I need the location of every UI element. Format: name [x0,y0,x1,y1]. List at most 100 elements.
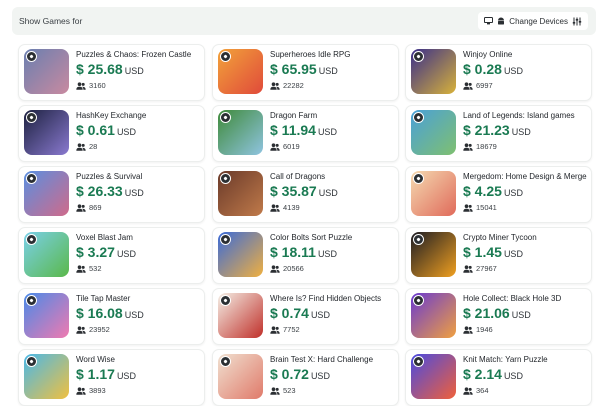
sliders-icon [572,17,582,25]
users-icon [463,386,473,395]
player-count-value: 1946 [476,325,493,334]
player-count-value: 6997 [476,81,493,90]
game-thumbnail [411,171,456,216]
game-thumbnail [218,232,263,277]
player-count-value: 6019 [283,142,300,151]
platform-badge-icon [220,112,231,123]
player-count: 20566 [270,264,304,273]
game-card[interactable]: Mergedom: Home Design & Merge $ 4.25 USD 15… [405,166,592,223]
game-card[interactable]: Hole Collect: Black Hole 3D $ 21.06 USD 194… [405,288,592,345]
users-icon [463,203,473,212]
price-currency: USD [310,310,330,320]
game-title: Call of Dragons [270,172,326,181]
price-amount: $ 0.72 [270,366,309,382]
game-price: $ 0.61 USD [76,122,136,140]
game-card[interactable]: Color Bolts Sort Puzzle $ 18.11 USD 20566 [212,227,399,284]
game-title: Hole Collect: Black Hole 3D [463,294,562,303]
game-thumbnail [411,354,456,399]
game-thumbnail [411,49,456,94]
player-count: 532 [76,264,102,273]
price-currency: USD [116,249,136,259]
game-title: Land of Legends: Island games [463,111,575,120]
platform-badge-icon [220,234,231,245]
price-currency: USD [310,371,330,381]
game-title: Puzzles & Survival [76,172,143,181]
game-card[interactable]: Brain Test X: Hard Challenge $ 0.72 USD 523 [212,349,399,406]
game-title: HashKey Exchange [76,111,147,120]
game-price: $ 4.25 USD [463,183,523,201]
platform-badge-icon [26,295,37,306]
platform-badge-icon [413,112,424,123]
game-card[interactable]: Knit Match: Yarn Puzzle $ 2.14 USD 364 [405,349,592,406]
platform-badge-icon [413,356,424,367]
price-amount: $ 0.61 [76,122,115,138]
game-card[interactable]: Puzzles & Survival $ 26.33 USD 869 [18,166,205,223]
player-count: 3893 [76,386,106,395]
game-price: $ 2.14 USD [463,366,523,384]
game-card[interactable]: Land of Legends: Island games $ 21.23 USD 1… [405,105,592,162]
game-thumbnail [411,232,456,277]
price-currency: USD [116,127,136,137]
price-amount: $ 18.11 [270,244,316,260]
users-icon [76,264,86,273]
player-count-value: 532 [89,264,102,273]
player-count: 1946 [463,325,493,334]
users-icon [270,386,280,395]
price-currency: USD [318,188,338,198]
users-icon [270,264,280,273]
game-thumbnail [24,171,69,216]
player-count: 3160 [76,81,106,90]
game-thumbnail [218,354,263,399]
price-currency: USD [124,188,144,198]
game-price: $ 3.27 USD [76,244,136,262]
player-count: 18679 [463,142,497,151]
users-icon [76,386,86,395]
game-price: $ 0.74 USD [270,305,330,323]
game-title: Color Bolts Sort Puzzle [270,233,353,242]
change-devices-button[interactable]: Change Devices [478,12,588,30]
game-price: $ 21.06 USD [463,305,531,323]
game-card[interactable]: HashKey Exchange $ 0.61 USD 28 [18,105,205,162]
game-thumbnail [24,49,69,94]
game-card[interactable]: Crypto Miner Tycoon $ 1.45 USD 27967 [405,227,592,284]
game-price: $ 11.94 USD [270,122,337,140]
player-count: 869 [76,203,102,212]
game-thumbnail [24,110,69,155]
game-thumbnail [24,354,69,399]
game-title: Where Is? Find Hidden Objects [270,294,382,303]
platform-badge-icon [413,51,424,62]
price-amount: $ 21.23 [463,122,510,138]
game-card[interactable]: Voxel Blast Jam $ 3.27 USD 532 [18,227,205,284]
users-icon [270,142,280,151]
users-icon [463,142,473,151]
game-card[interactable]: Puzzles & Chaos: Frozen Castle $ 25.68 USD… [18,44,205,101]
monitor-icon [484,17,494,25]
game-card[interactable]: Superheroes Idle RPG $ 65.95 USD 22282 [212,44,399,101]
player-count: 27967 [463,264,497,273]
player-count-value: 869 [89,203,102,212]
game-card[interactable]: Word Wise $ 1.17 USD 3893 [18,349,205,406]
game-thumbnail [24,293,69,338]
price-currency: USD [511,310,531,320]
player-count: 15041 [463,203,497,212]
game-card[interactable]: Dragon Farm $ 11.94 USD 6019 [212,105,399,162]
game-card[interactable]: Call of Dragons $ 35.87 USD 4139 [212,166,399,223]
player-count-value: 27967 [476,264,497,273]
price-amount: $ 3.27 [76,244,115,260]
users-icon [463,81,473,90]
device-filter-bar: Show Games for Change Devices [12,7,596,35]
game-card[interactable]: Tile Tap Master $ 16.08 USD 23952 [18,288,205,345]
game-thumbnail [218,110,263,155]
player-count: 523 [270,386,296,395]
price-currency: USD [317,127,337,137]
price-amount: $ 25.68 [76,61,123,77]
game-price: $ 16.08 USD [76,305,144,323]
price-currency: USD [124,66,144,76]
platform-badge-icon [26,112,37,123]
game-card[interactable]: Where Is? Find Hidden Objects $ 0.74 USD 77… [212,288,399,345]
game-card[interactable]: Winjoy Online $ 0.28 USD 6997 [405,44,592,101]
users-icon [270,325,280,334]
price-currency: USD [124,310,144,320]
users-icon [270,81,280,90]
game-title: Voxel Blast Jam [76,233,133,242]
